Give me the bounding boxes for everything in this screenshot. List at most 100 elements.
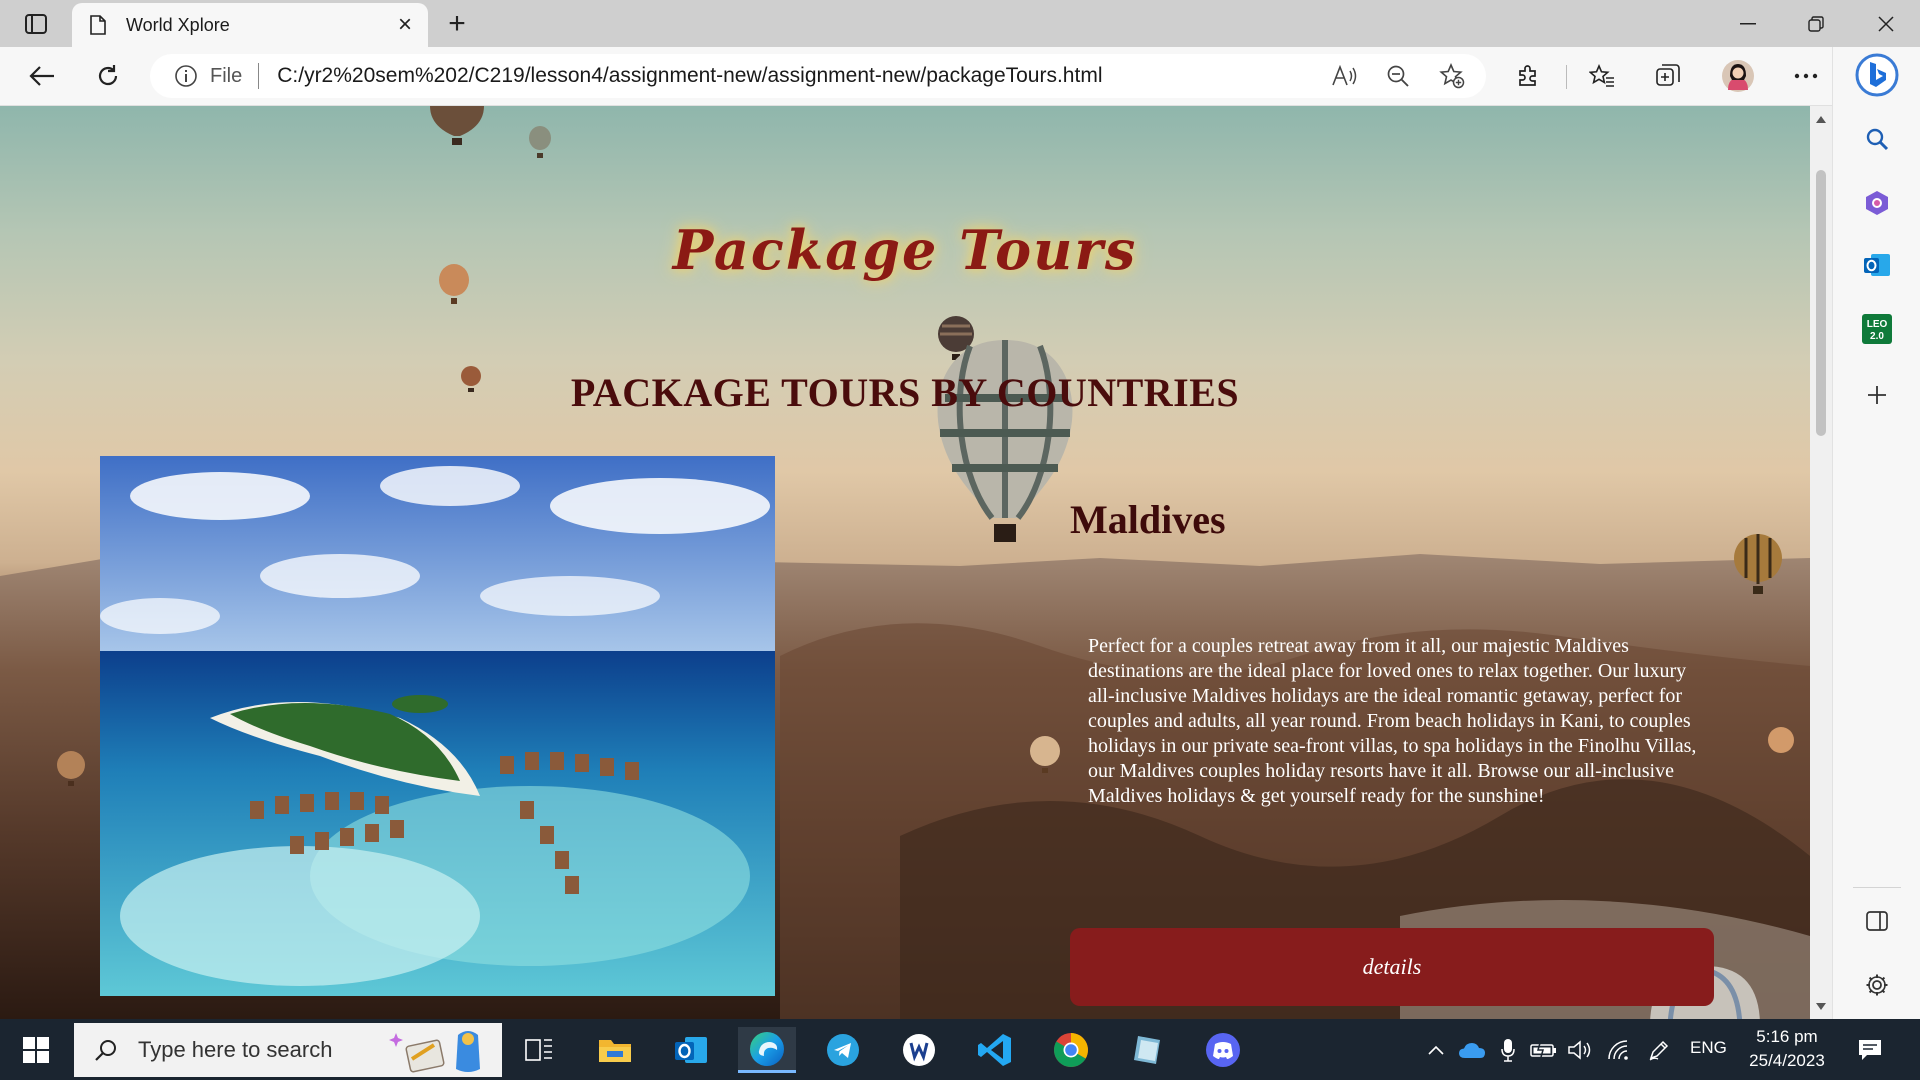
telegram-taskbar-button[interactable] bbox=[814, 1027, 872, 1073]
notes-taskbar-button[interactable] bbox=[1118, 1027, 1176, 1073]
hot-air-balloon bbox=[57, 751, 85, 786]
search-icon bbox=[1866, 128, 1889, 151]
clock-date: 25/4/2023 bbox=[1749, 1051, 1825, 1070]
favorites-button[interactable] bbox=[1582, 56, 1622, 96]
vscode-icon bbox=[978, 1034, 1011, 1066]
language-indicator[interactable]: ENG bbox=[1690, 1038, 1727, 1058]
browser-tab[interactable]: World Xplore × bbox=[72, 3, 428, 47]
sidebar-outlook-button[interactable] bbox=[1855, 243, 1899, 287]
task-view-icon bbox=[525, 1039, 552, 1061]
notification-center-button[interactable] bbox=[1852, 1033, 1888, 1067]
taskbar-search-box[interactable]: Type here to search bbox=[74, 1023, 502, 1077]
edge-icon bbox=[750, 1031, 784, 1066]
vscode-taskbar-button[interactable] bbox=[966, 1027, 1024, 1073]
back-button[interactable] bbox=[22, 56, 62, 96]
hot-air-balloon bbox=[430, 106, 484, 145]
details-button[interactable]: details bbox=[1070, 928, 1714, 1006]
edge-sidebar: LEO 2.0 bbox=[1832, 47, 1920, 1019]
system-clock[interactable]: 5:16 pm 25/4/2023 bbox=[1736, 1025, 1838, 1073]
profile-button[interactable] bbox=[1718, 56, 1758, 96]
onedrive-tray-icon[interactable] bbox=[1456, 1033, 1488, 1067]
avatar bbox=[1722, 60, 1754, 92]
sidebar-discover-button[interactable] bbox=[1855, 181, 1899, 225]
page-title: Package Tours bbox=[672, 218, 1138, 282]
close-tab-icon[interactable]: × bbox=[390, 10, 420, 40]
search-icon bbox=[92, 1036, 120, 1064]
clock-time: 5:16 pm bbox=[1756, 1027, 1818, 1046]
sidebar-divider bbox=[1853, 887, 1901, 888]
hot-air-balloon bbox=[529, 126, 551, 158]
svg-text:2.0: 2.0 bbox=[1870, 331, 1884, 342]
start-button[interactable] bbox=[10, 1027, 62, 1073]
tab-strip: World Xplore × + bbox=[0, 0, 1920, 47]
more-dots-icon bbox=[1794, 73, 1818, 79]
plus-icon bbox=[1868, 386, 1886, 404]
refresh-button[interactable] bbox=[88, 56, 128, 96]
outlook-taskbar-button[interactable] bbox=[662, 1027, 720, 1073]
app-taskbar-button[interactable] bbox=[890, 1027, 948, 1073]
sidebar-settings-button[interactable] bbox=[1855, 963, 1899, 1007]
gear-icon bbox=[1866, 974, 1888, 996]
windows-logo-icon bbox=[23, 1037, 49, 1063]
scroll-up-icon[interactable] bbox=[1810, 110, 1832, 128]
edge-taskbar-button[interactable] bbox=[738, 1027, 796, 1073]
section-heading: PACKAGE TOURS BY COUNTRIES bbox=[570, 370, 1240, 415]
url-text[interactable]: C:/yr2%20sem%202/C219/lesson4/assignment… bbox=[277, 64, 1324, 88]
scroll-down-icon[interactable] bbox=[1810, 997, 1832, 1015]
restore-button[interactable] bbox=[1782, 0, 1850, 47]
outlook-icon bbox=[1864, 254, 1890, 276]
show-hidden-icons-button[interactable] bbox=[1424, 1033, 1448, 1067]
notes-icon bbox=[1134, 1036, 1160, 1064]
tab-title: World Xplore bbox=[126, 14, 230, 35]
extensions-button[interactable] bbox=[1508, 56, 1548, 96]
svg-text:LEO: LEO bbox=[1867, 319, 1888, 330]
hot-air-balloon bbox=[1734, 534, 1782, 594]
chrome-icon bbox=[1054, 1033, 1088, 1067]
task-view-button[interactable] bbox=[510, 1027, 568, 1073]
word-circle-icon bbox=[903, 1034, 935, 1066]
leo-app-icon: LEO2.0 bbox=[1862, 314, 1892, 344]
settings-and-more-button[interactable] bbox=[1786, 56, 1826, 96]
zoom-out-icon[interactable] bbox=[1378, 56, 1418, 96]
discord-taskbar-button[interactable] bbox=[1194, 1027, 1252, 1073]
maldives-photo bbox=[100, 456, 775, 996]
add-favorite-icon[interactable] bbox=[1432, 56, 1472, 96]
scroll-thumb[interactable] bbox=[1816, 170, 1826, 436]
network-tray-icon[interactable] bbox=[1604, 1033, 1634, 1067]
windows-taskbar: Type here to search ENG 5:16 pm 25/4/202… bbox=[0, 1019, 1920, 1080]
new-tab-button[interactable]: + bbox=[440, 7, 474, 40]
sidebar-search-button[interactable] bbox=[1855, 117, 1899, 161]
close-window-button[interactable] bbox=[1852, 0, 1920, 47]
toolbar-divider bbox=[1566, 65, 1567, 89]
site-info-icon[interactable] bbox=[174, 64, 198, 88]
search-placeholder: Type here to search bbox=[138, 1037, 333, 1062]
collections-button[interactable] bbox=[1648, 56, 1688, 96]
page-scrollbar[interactable] bbox=[1810, 106, 1832, 1019]
pen-tray-icon[interactable] bbox=[1644, 1033, 1674, 1067]
sidebar-leo-button[interactable]: LEO 2.0 bbox=[1855, 307, 1899, 351]
address-scheme-label: File bbox=[210, 64, 243, 87]
file-explorer-button[interactable] bbox=[586, 1027, 644, 1073]
volume-tray-icon[interactable] bbox=[1566, 1033, 1596, 1067]
puzzle-icon bbox=[1519, 65, 1536, 86]
search-highlight-art bbox=[389, 1031, 480, 1073]
bing-icon bbox=[1855, 53, 1899, 97]
bing-chat-button[interactable] bbox=[1855, 53, 1899, 97]
read-aloud-icon[interactable] bbox=[1324, 56, 1364, 96]
minimize-icon bbox=[1740, 22, 1756, 24]
hide-sidebar-button[interactable] bbox=[1855, 899, 1899, 943]
restore-icon bbox=[1808, 15, 1824, 32]
favorites-icon bbox=[1589, 64, 1614, 87]
collections-icon bbox=[1656, 64, 1680, 86]
tab-actions-button[interactable] bbox=[14, 8, 58, 40]
sidebar-add-button[interactable] bbox=[1855, 373, 1899, 417]
chevron-up-icon bbox=[1428, 1045, 1444, 1055]
page-icon bbox=[90, 14, 108, 36]
microphone-tray-icon[interactable] bbox=[1496, 1033, 1520, 1067]
address-bar[interactable]: File C:/yr2%20sem%202/C219/lesson4/assig… bbox=[150, 54, 1486, 98]
battery-tray-icon[interactable] bbox=[1528, 1033, 1560, 1067]
outlook-icon bbox=[675, 1037, 707, 1063]
minimize-button[interactable] bbox=[1714, 0, 1782, 47]
chrome-taskbar-button[interactable] bbox=[1042, 1027, 1100, 1073]
destination-title: Maldives bbox=[1070, 497, 1226, 542]
